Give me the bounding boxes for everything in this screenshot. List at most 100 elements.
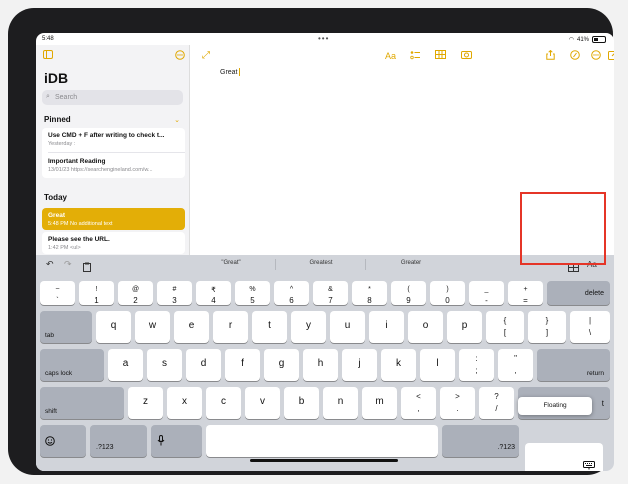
key[interactable]: :;: [459, 349, 494, 381]
note-title: Use CMD + F after writing to check t...: [48, 132, 165, 139]
keyboard-icon: [583, 461, 595, 471]
status-time: 5:48: [42, 36, 54, 42]
key[interactable]: w: [135, 311, 170, 343]
search-placeholder: Search: [55, 94, 78, 101]
key[interactable]: f: [225, 349, 260, 381]
pinned-header[interactable]: Pinned: [44, 115, 71, 124]
key[interactable]: y: [291, 311, 326, 343]
battery-percent: 41%: [576, 36, 589, 43]
emoji-icon: [45, 436, 55, 449]
key[interactable]: ? /: [479, 387, 514, 419]
key[interactable]: i: [369, 311, 404, 343]
key[interactable]: a: [108, 349, 143, 381]
return-key[interactable]: return: [537, 349, 610, 381]
key[interactable]: s: [147, 349, 182, 381]
multitasking-dots[interactable]: •••: [318, 34, 329, 43]
sidebar: iDB ⌕ Search Pinned ⌄ Use CMD + F after …: [36, 45, 190, 255]
key[interactable]: b: [284, 387, 319, 419]
caps-lock-key[interactable]: caps lock: [40, 349, 104, 381]
note-body-text: Great: [220, 68, 238, 76]
key[interactable]: n: [323, 387, 358, 419]
key[interactable]: ~ `: [40, 281, 75, 305]
key[interactable]: z: [128, 387, 163, 419]
key[interactable]: u: [330, 311, 365, 343]
key[interactable]: h: [303, 349, 338, 381]
key[interactable]: t: [252, 311, 287, 343]
format-button[interactable]: Aa: [385, 51, 396, 61]
key[interactable]: >.: [440, 387, 475, 419]
suggestion-2[interactable]: Greatest: [281, 260, 361, 266]
key[interactable]: m: [362, 387, 397, 419]
compose-icon[interactable]: [608, 50, 614, 63]
redo-icon[interactable]: ↷: [64, 259, 72, 270]
table-icon[interactable]: [435, 50, 446, 62]
key[interactable]: (9: [391, 281, 426, 305]
more-options-icon[interactable]: [175, 50, 185, 63]
note-subtitle: 13/01/23 https://searchengineland.com/w.…: [48, 167, 153, 173]
key[interactable]: _ -: [469, 281, 504, 305]
floating-option[interactable]: Floating: [518, 397, 592, 415]
list-item[interactable]: Use CMD + F after writing to check t... …: [42, 128, 185, 150]
key[interactable]: c: [206, 387, 241, 419]
key[interactable]: % 5: [235, 281, 270, 305]
key[interactable]: v: [245, 387, 280, 419]
delete-key[interactable]: delete: [547, 281, 610, 305]
numbers-key-right[interactable]: .?123: [442, 425, 519, 457]
key[interactable]: @2: [118, 281, 153, 305]
key[interactable]: + =: [508, 281, 543, 305]
camera-icon[interactable]: [461, 50, 472, 62]
search-input[interactable]: ⌕ Search: [42, 90, 183, 105]
undo-icon[interactable]: ↶: [46, 259, 54, 270]
key[interactable]: * 8: [352, 281, 387, 305]
markup-icon[interactable]: [570, 50, 580, 63]
key[interactable]: <,: [401, 387, 436, 419]
key[interactable]: o: [408, 311, 443, 343]
suggestion-3[interactable]: Greater: [371, 260, 451, 266]
text-cursor: [238, 68, 240, 76]
key[interactable]: & 7: [313, 281, 348, 305]
status-bar: 5:48 ••• ◠ 41%: [36, 33, 614, 45]
key[interactable]: ) 0: [430, 281, 465, 305]
key[interactable]: | \: [570, 311, 610, 343]
key[interactable]: e: [174, 311, 209, 343]
tab-key[interactable]: tab: [40, 311, 92, 343]
key[interactable]: d: [186, 349, 221, 381]
key[interactable]: r: [213, 311, 248, 343]
ipad-frame: 5:48 ••• ◠ 41% iDB ⌕ Search Pinned ⌄ Use…: [8, 8, 614, 475]
emoji-key[interactable]: [40, 425, 86, 457]
expand-icon[interactable]: ⤢: [202, 51, 210, 61]
key[interactable]: l: [420, 349, 455, 381]
key[interactable]: ! 1: [79, 281, 114, 305]
more-icon[interactable]: [591, 50, 601, 63]
suggestion-1[interactable]: "Great": [191, 260, 271, 266]
battery-icon: [592, 36, 606, 43]
numbers-key[interactable]: .?123: [90, 425, 147, 457]
checklist-icon[interactable]: [410, 50, 420, 63]
key[interactable]: j: [342, 349, 377, 381]
list-item-selected[interactable]: Great 5:48 PM No additional text: [42, 208, 185, 230]
key[interactable]: ^ 6: [274, 281, 309, 305]
dictation-key[interactable]: [151, 425, 202, 457]
note-body[interactable]: Great: [220, 68, 240, 76]
space-bar[interactable]: [206, 425, 438, 457]
list-item[interactable]: Important Reading 13/01/23 https://searc…: [42, 154, 185, 176]
key[interactable]: x: [167, 387, 202, 419]
key[interactable]: q: [96, 311, 131, 343]
sidebar-toggle-icon[interactable]: [43, 50, 53, 62]
share-icon[interactable]: [546, 49, 555, 63]
key[interactable]: }]: [528, 311, 566, 343]
keyboard-dismiss-key[interactable]: [525, 443, 603, 471]
key[interactable]: p: [447, 311, 482, 343]
list-item[interactable]: Please see the URL. 1:42 PM <ul>: [42, 232, 185, 254]
key[interactable]: g: [264, 349, 299, 381]
key[interactable]: k: [381, 349, 416, 381]
key[interactable]: #3: [157, 281, 192, 305]
paste-icon[interactable]: [83, 259, 91, 277]
shift-key[interactable]: shift: [40, 387, 124, 419]
key[interactable]: ",: [498, 349, 533, 381]
note-title: Please see the URL.: [48, 236, 110, 243]
today-header: Today: [44, 193, 67, 202]
key[interactable]: ₹4: [196, 281, 231, 305]
key[interactable]: {[: [486, 311, 524, 343]
chevron-down-icon[interactable]: ⌄: [174, 116, 180, 124]
